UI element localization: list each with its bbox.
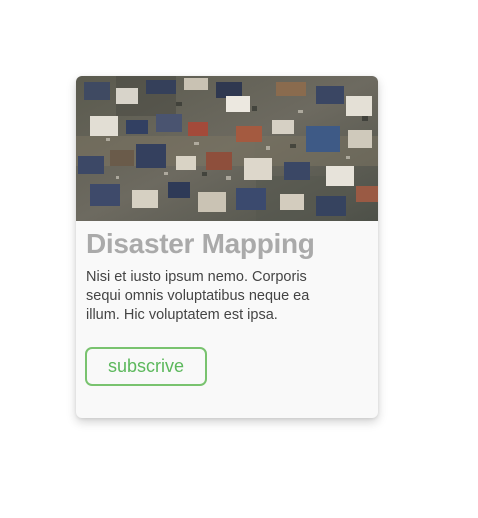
card-description: Nisi et iusto ipsum nemo. Corporis sequi… — [86, 269, 310, 323]
card-title: Disaster Mapping — [86, 228, 315, 259]
subscribe-button[interactable]: subscrive — [85, 347, 207, 386]
article-card: Disaster Mapping Nisi et iusto ipsum nem… — [76, 76, 378, 418]
card-image — [76, 76, 378, 221]
